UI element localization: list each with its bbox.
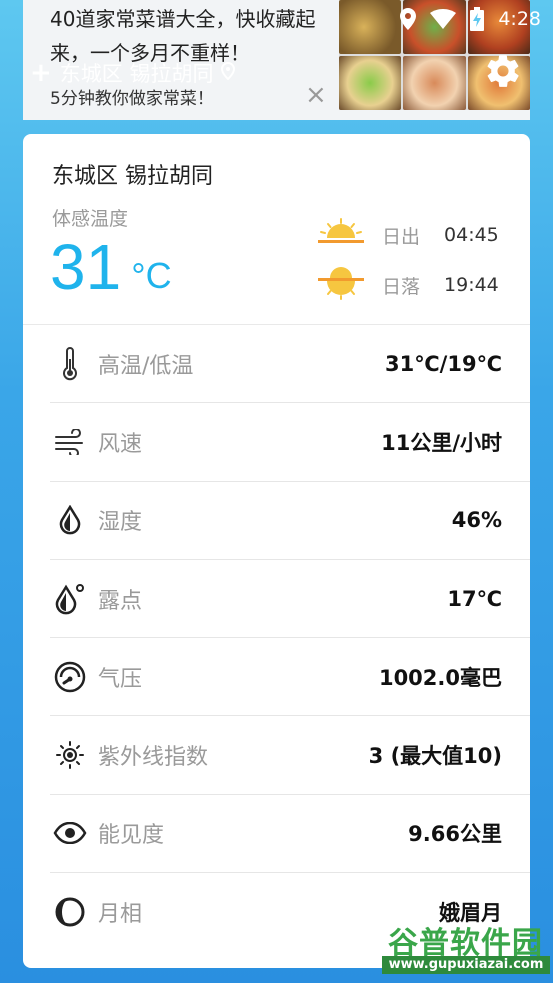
weather-details-list: 高温/低温 31℃/19℃ 风速 11公里/小时 湿度 46% 露点 17℃ 气…: [50, 325, 530, 951]
food-photo: [339, 56, 402, 110]
clock-time: 4:28: [498, 8, 541, 30]
wifi-icon: [430, 9, 457, 29]
watermark-url: www.gupuxiazai.com: [382, 956, 550, 974]
detail-value: 11公里/小时: [381, 430, 502, 455]
moon-phase-icon: [50, 892, 90, 932]
ad-close-button[interactable]: ×: [305, 80, 327, 110]
pressure-gauge-icon: [50, 657, 90, 697]
detail-value: 17℃: [447, 586, 502, 611]
location-header[interactable]: + 东城区 锡拉胡同: [30, 58, 236, 88]
dew-point-icon: [50, 579, 90, 619]
wind-icon: [50, 422, 90, 462]
detail-row-humidity: 湿度 46%: [50, 482, 530, 560]
thermometer-icon: [50, 344, 90, 384]
sunrise-icon: [318, 218, 364, 252]
location-marker-icon: [221, 61, 236, 85]
watermark-logo: 谷普软件园 www.gupuxiazai.com: [382, 918, 550, 976]
detail-label: 露点: [98, 588, 143, 614]
current-temperature: 31 °C: [50, 232, 172, 302]
detail-label: 能见度: [98, 823, 165, 849]
sunrise-label: 日出: [382, 225, 421, 248]
detail-label: 气压: [98, 666, 143, 692]
detail-label: 紫外线指数: [98, 745, 209, 771]
sunset-icon: [318, 266, 364, 304]
food-photo: [339, 0, 402, 54]
sunrise-row: 日出 04:45: [318, 218, 499, 252]
settings-gear-icon[interactable]: [484, 52, 522, 94]
food-photo: [403, 56, 466, 110]
detail-label: 月相: [98, 902, 143, 928]
detail-value: 3 (最大值10): [368, 744, 502, 769]
sunrise-time: 04:45: [444, 224, 499, 246]
sunset-time: 19:44: [444, 274, 499, 296]
add-location-button[interactable]: +: [30, 60, 52, 86]
temperature-unit: °C: [131, 255, 172, 296]
detail-label: 湿度: [98, 510, 143, 536]
detail-label: 高温/低温: [98, 353, 194, 379]
location-pin-icon: [400, 8, 417, 30]
temperature-value: 31: [50, 231, 122, 303]
detail-row-wind: 风速 11公里/小时: [50, 403, 530, 482]
sunset-label: 日落: [382, 275, 421, 298]
uv-sun-icon: [50, 735, 90, 775]
humidity-drop-icon: [50, 500, 90, 540]
battery-charging-icon: [470, 7, 485, 31]
weather-card: 东城区 锡拉胡同 体感温度 31 °C 日出 04:45 日落 19:44 高温…: [23, 134, 530, 968]
detail-row-dew-point: 露点 17℃: [50, 560, 530, 639]
detail-row-visibility: 能见度 9.66公里: [50, 795, 530, 874]
detail-row-pressure: 气压 1002.0毫巴: [50, 638, 530, 717]
detail-value: 9.66公里: [408, 822, 502, 847]
city-name: 东城区 锡拉胡同: [52, 164, 213, 189]
header-location-name: 东城区 锡拉胡同: [59, 62, 214, 86]
detail-row-uv-index: 紫外线指数 3 (最大值10): [50, 716, 530, 795]
detail-value: 46%: [451, 508, 502, 533]
status-bar: 4:28: [400, 6, 541, 32]
sunset-row: 日落 19:44: [318, 266, 499, 304]
detail-label: 风速: [98, 431, 143, 457]
detail-value: 31℃/19℃: [385, 351, 502, 376]
eye-icon: [50, 813, 90, 853]
feels-like-label: 体感温度: [52, 208, 129, 230]
detail-row-temperature-range: 高温/低温 31℃/19℃: [50, 325, 530, 404]
detail-value: 1002.0毫巴: [378, 665, 502, 690]
